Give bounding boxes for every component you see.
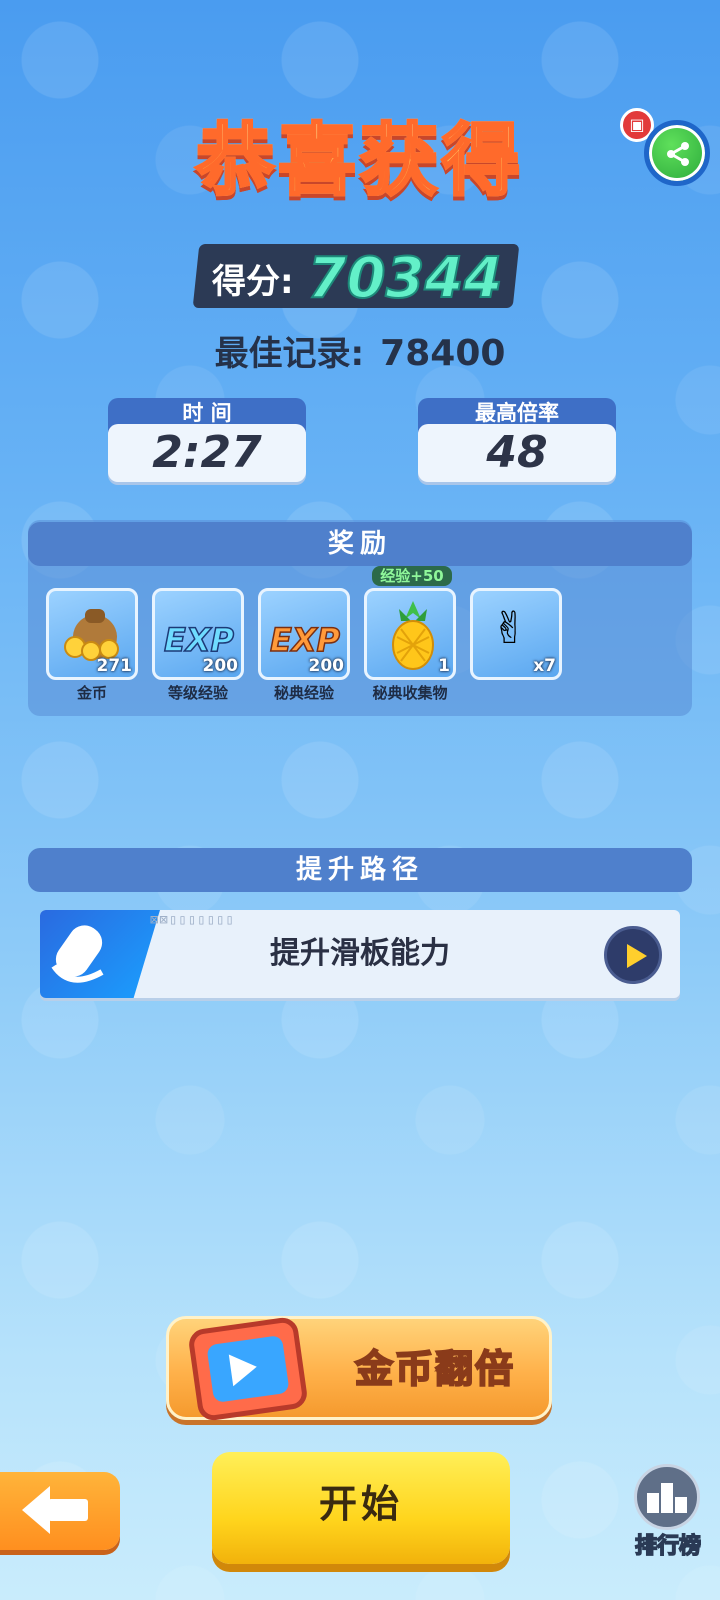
multiplier-value: 48 (418, 424, 616, 482)
share-icon[interactable] (644, 120, 710, 186)
start-button[interactable]: 开始 (212, 1452, 510, 1564)
exp-bonus-badge: 经验+50 (372, 566, 452, 586)
coin-bag-icon (64, 609, 119, 661)
reward-count: 200 (308, 656, 345, 676)
pineapple-icon (392, 601, 434, 670)
double-coins-label: 金币翻倍 (354, 1346, 516, 1392)
exp-icon: EXP (269, 620, 340, 660)
page-title: 恭喜获得 (0, 98, 720, 210)
reward-count: 200 (202, 656, 239, 676)
reward-peace-hand[interactable]: ✌ x7 (470, 588, 562, 682)
time-stat: 时 间 2:27 (108, 398, 306, 482)
tv-video-icon (187, 1315, 309, 1423)
play-arrow-icon[interactable] (604, 926, 662, 984)
reward-codex-exp[interactable]: EXP 200 秘典经验 (258, 588, 350, 703)
double-coins-button[interactable]: 金币翻倍 (166, 1315, 552, 1423)
reward-tile[interactable]: EXP 200 (258, 588, 350, 680)
reward-label: 秘典经验 (273, 684, 334, 702)
reward-label: 秘典收集物 (372, 684, 448, 702)
reward-count: 271 (96, 656, 133, 676)
best-record-label: 最佳记录: (214, 334, 365, 374)
rewards-header: 奖励 (28, 522, 692, 566)
upgrade-path-header: 提升路径 (28, 848, 692, 892)
leaderboard-label[interactable]: 排行榜 (618, 1528, 718, 1560)
upgrade-skateboard-row[interactable]: ⊠⊠▯▯▯▯▯▯▯ 提升滑板能力 (40, 910, 680, 998)
reward-level-exp[interactable]: EXP 200 等级经验 (152, 588, 244, 703)
multiplier-stat: 最高倍率 48 (418, 398, 616, 482)
reward-tile[interactable]: 1 (364, 588, 456, 680)
reward-count: 1 (438, 656, 450, 676)
upgrade-label: 提升滑板能力 (270, 936, 450, 971)
score-label: 得分: (212, 261, 294, 302)
reward-tile[interactable]: EXP 200 (152, 588, 244, 680)
reward-label: 等级经验 (167, 684, 228, 702)
peace-hand-icon: ✌ (491, 603, 528, 654)
best-record-value: 78400 (380, 333, 506, 374)
reward-collectible[interactable]: 经验+50 1 秘典收集物 (364, 566, 456, 703)
reward-tile[interactable]: 271 (46, 588, 138, 680)
time-value: 2:27 (108, 424, 306, 482)
reward-coins[interactable]: 271 金币 (46, 588, 138, 703)
score-value: 70344 (307, 245, 504, 312)
leaderboard-icon[interactable] (634, 1464, 700, 1530)
share-group[interactable]: ▣ (618, 104, 714, 194)
score-row: 得分: 70344 (212, 245, 504, 312)
back-arrow-button[interactable] (0, 1472, 120, 1550)
reward-tile[interactable]: ✌ x7 (470, 588, 562, 680)
reward-label: 金币 (76, 684, 107, 702)
best-record: 最佳记录: 78400 (0, 326, 720, 375)
reward-count: x7 (533, 656, 556, 676)
exp-icon: EXP (163, 620, 234, 660)
